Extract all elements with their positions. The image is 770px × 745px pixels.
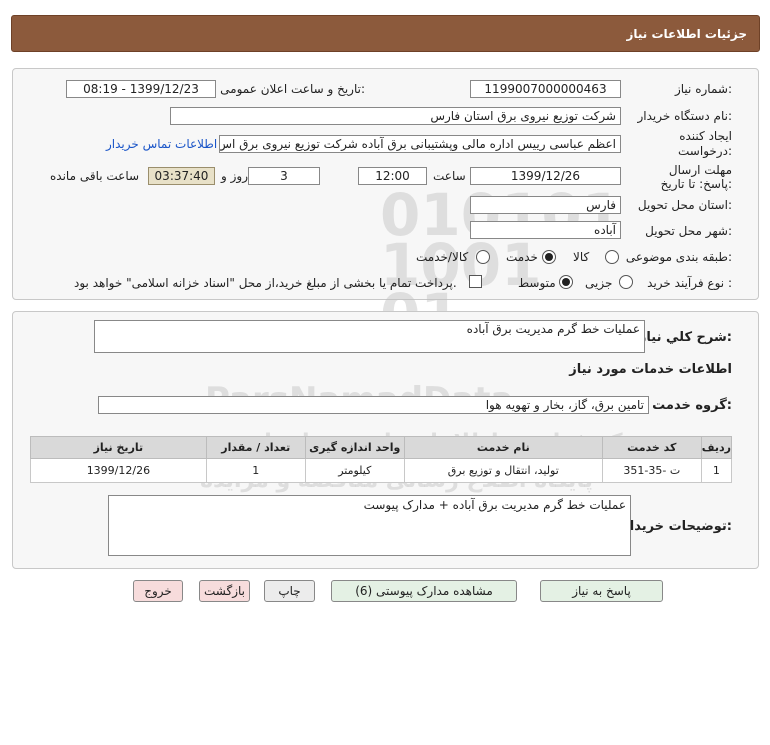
process-minor-radio[interactable] bbox=[619, 275, 633, 289]
print-button[interactable]: چاپ bbox=[264, 580, 315, 602]
process-label: نوع فرآیند خرید : bbox=[647, 276, 732, 290]
table-row: 1 ت -35-351 تولید، انتقال و توزیع برق کی… bbox=[30, 458, 733, 483]
category-goods-service-label: کالا/خدمت bbox=[416, 250, 469, 264]
category-goods-service-radio[interactable] bbox=[476, 250, 490, 264]
category-goods-radio[interactable] bbox=[605, 250, 619, 264]
city-label: شهر محل تحویل: bbox=[645, 224, 732, 238]
days-label: روز و bbox=[221, 169, 248, 183]
summary-label: شرح کلي نياز: bbox=[638, 330, 732, 345]
category-goods-label: کالا bbox=[573, 250, 590, 264]
category-label: طبقه بندی موضوعی: bbox=[625, 250, 732, 264]
process-medium-radio[interactable] bbox=[559, 275, 573, 289]
col-row: ردیف bbox=[700, 436, 733, 459]
buyer-org-label: نام دستگاه خریدار: bbox=[637, 109, 733, 123]
buyer-org-field: شرکت توزیع نیروی برق استان فارس bbox=[170, 107, 621, 125]
remaining-time-field: 03:37:40 bbox=[148, 167, 215, 185]
page-title: جزئیات اطلاعات نیاز bbox=[626, 27, 747, 41]
cell-unit: کیلومتر bbox=[304, 458, 405, 483]
announce-date-label: تاریخ و ساعت اعلان عمومی: bbox=[220, 82, 365, 96]
cell-row: 1 bbox=[700, 458, 733, 483]
creator-field: اعظم عباسی رییس اداره مالی وپشتیبانی برق… bbox=[219, 135, 621, 153]
services-section-title: اطلاعات خدمات مورد نیاز bbox=[569, 362, 732, 377]
need-number-label: شماره نیاز: bbox=[674, 82, 732, 96]
cell-date: 1399/12/26 bbox=[30, 458, 207, 483]
deadline-label: مهلت ارسال پاسخ: تا تاریخ: bbox=[646, 163, 732, 191]
province-field: فارس bbox=[470, 196, 621, 214]
view-attachments-button[interactable]: مشاهده مدارک پیوستی (6) bbox=[331, 580, 517, 602]
col-unit: واحد اندازه گیری bbox=[304, 436, 405, 459]
services-table-header: ردیف کد خدمت نام خدمت واحد اندازه گیری ت… bbox=[30, 436, 733, 459]
category-service-radio[interactable] bbox=[542, 250, 556, 264]
cell-name: تولید، انتقال و توزیع برق bbox=[403, 458, 603, 483]
remaining-time-label: ساعت باقی مانده bbox=[50, 169, 140, 183]
announce-date-field: 1399/12/23 - 08:19 bbox=[66, 80, 216, 98]
days-remaining-field: 3 bbox=[248, 167, 320, 185]
province-label: استان محل تحویل: bbox=[637, 198, 732, 212]
reply-button[interactable]: پاسخ به نیاز bbox=[540, 580, 663, 602]
col-code: کد خدمت bbox=[601, 436, 702, 459]
creator-label: ایجاد کننده درخواست: bbox=[652, 129, 732, 159]
service-group-field: تامین برق، گاز، بخار و تهویه هوا bbox=[98, 396, 649, 414]
service-group-label: گروه خدمت: bbox=[652, 398, 732, 413]
services-table: ردیف کد خدمت نام خدمت واحد اندازه گیری ت… bbox=[30, 436, 733, 483]
category-service-label: خدمت bbox=[506, 250, 538, 264]
cell-code: ت -35-351 bbox=[601, 458, 702, 483]
exit-button[interactable]: خروج bbox=[133, 580, 183, 602]
treasury-payment-checkbox[interactable] bbox=[469, 275, 482, 288]
contact-info-link[interactable]: اطلاعات تماس خریدار bbox=[106, 137, 217, 151]
cell-qty: 1 bbox=[205, 458, 306, 483]
back-button[interactable]: بازگشت bbox=[199, 580, 250, 602]
buyer-notes-label: توضیحات خریدار: bbox=[622, 519, 732, 534]
buyer-notes-field: عملیات خط گرم مدیریت برق آباده + مدارک پ… bbox=[108, 495, 631, 556]
deadline-date-field: 1399/12/26 bbox=[470, 167, 621, 185]
need-number-field: 1199007000000463 bbox=[470, 80, 621, 98]
summary-field: عملیات خط گرم مدیریت برق آباده bbox=[94, 320, 645, 353]
col-date: تاریخ نیاز bbox=[30, 436, 207, 459]
deadline-time-field: 12:00 bbox=[358, 167, 427, 185]
creator-label-text: ایجاد کننده درخواست: bbox=[678, 129, 732, 158]
process-medium-label: متوسط bbox=[518, 276, 556, 290]
city-field: آباده bbox=[470, 221, 621, 239]
deadline-time-label: ساعت bbox=[433, 169, 466, 183]
col-qty: تعداد / مقدار bbox=[205, 436, 306, 459]
deadline-label-text: مهلت ارسال پاسخ: تا تاریخ: bbox=[660, 163, 732, 191]
treasury-payment-text: پرداخت تمام یا بخشی از مبلغ خرید،از محل … bbox=[74, 276, 457, 290]
process-minor-label: جزیی bbox=[585, 276, 613, 290]
page-header: جزئیات اطلاعات نیاز bbox=[11, 15, 760, 52]
col-name: نام خدمت bbox=[403, 436, 603, 459]
